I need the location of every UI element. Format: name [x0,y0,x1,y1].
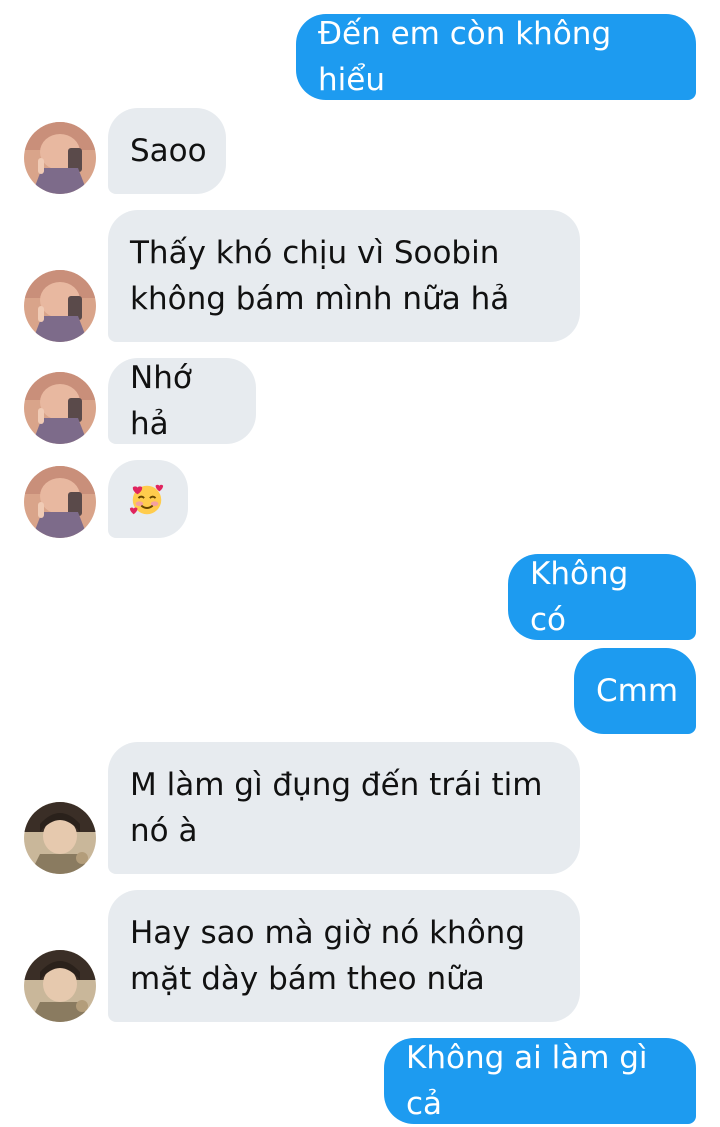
received-message-bubble[interactable]: Thấy khó chịu vì Soobin không bám mình n… [108,210,580,342]
contact-avatar[interactable] [24,950,96,1022]
contact-avatar[interactable] [24,466,96,538]
avatar-a-image [24,466,96,538]
avatar-a-image [24,270,96,342]
sent-message-bubble[interactable]: Không ai làm gì cả [384,1038,696,1124]
contact-avatar[interactable] [24,270,96,342]
avatar-b-image [24,950,96,1022]
received-message-bubble[interactable]: Saoo [108,108,226,194]
avatar-a-image [24,122,96,194]
received-emoji-bubble[interactable] [108,460,188,538]
avatar-a-image [24,372,96,444]
contact-avatar[interactable] [24,372,96,444]
smiling-face-with-hearts-icon [129,484,164,515]
contact-avatar[interactable] [24,122,96,194]
received-message-bubble[interactable]: Hay sao mà giờ nó không mặt dày bám theo… [108,890,580,1022]
received-message-bubble[interactable]: Nhớ hả [108,358,256,444]
sent-message-bubble[interactable]: Cmm [574,648,696,734]
received-message-bubble[interactable]: M làm gì đụng đến trái tim nó à [108,742,580,874]
contact-avatar[interactable] [24,802,96,874]
sent-message-bubble[interactable]: Đến em còn không hiểu [296,14,696,100]
avatar-b-image [24,802,96,874]
sent-message-bubble[interactable]: Không có [508,554,696,640]
chat-thread: Đến em còn không hiểu Saoo Thấy khó chịu… [0,0,720,1125]
